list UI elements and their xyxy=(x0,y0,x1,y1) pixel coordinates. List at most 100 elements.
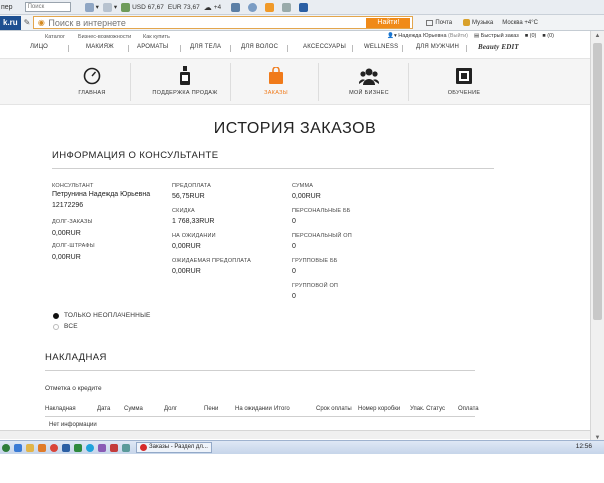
envelope-icon xyxy=(426,19,434,26)
app-icon[interactable] xyxy=(122,443,130,452)
invoice-section-title: НАКЛАДНАЯ xyxy=(45,352,107,363)
consultant-label: КОНСУЛЬТАНТ xyxy=(52,183,94,189)
discount-field: СКИДКА 1 768,33RUR xyxy=(172,208,214,226)
group-bb-field: ГРУППОВЫЕ ББ 0 xyxy=(292,258,338,276)
search-icon: ◉ xyxy=(37,17,45,27)
globe-icon[interactable] xyxy=(248,2,258,12)
ie-icon[interactable] xyxy=(14,443,22,452)
web-search-box[interactable]: ◉ Найти! xyxy=(33,16,414,29)
radio-unpaid[interactable] xyxy=(53,312,59,319)
mail-icon[interactable] xyxy=(299,2,309,12)
category-face[interactable]: ЛИЦО xyxy=(30,44,48,50)
scroll-up-icon[interactable]: ▲ xyxy=(591,31,604,41)
category-accessories[interactable]: АКСЕССУАРЫ xyxy=(303,44,346,50)
prepay-label: ПРЕДОПЛАТА xyxy=(172,183,211,189)
no-info-text: Нет информации xyxy=(49,422,97,428)
mail-link[interactable]: Почта xyxy=(426,19,452,26)
category-fragrance[interactable]: АРОМАТЫ xyxy=(137,44,168,50)
favorites-link[interactable]: ■ (0) xyxy=(542,33,554,39)
filter-all-option[interactable]: ВСЕ xyxy=(53,323,78,330)
taskbar-window-button[interactable]: Заказы - Раздел дл... xyxy=(136,442,212,453)
discount-label: СКИДКА xyxy=(172,208,195,214)
mail-toolbar-button[interactable]: ▾ xyxy=(102,2,117,12)
divider xyxy=(287,45,288,52)
word-icon[interactable] xyxy=(62,443,70,452)
group-bb-label: ГРУППОВЫЕ ББ xyxy=(292,258,338,264)
vertical-scrollbar[interactable]: ▲ ▼ xyxy=(590,31,604,443)
excel-icon[interactable] xyxy=(74,443,82,452)
quick-order-link[interactable]: ▤ Быстрый заказ xyxy=(474,33,519,39)
ok-icon[interactable] xyxy=(265,2,275,12)
nav-home[interactable]: ГЛАВНАЯ xyxy=(66,59,118,106)
chrome-icon[interactable] xyxy=(50,443,58,452)
blank-area xyxy=(0,455,604,483)
credit-note: Отметка о кредите xyxy=(45,385,102,392)
category-men[interactable]: ДЛЯ МУЖЧИН xyxy=(416,44,459,50)
consultant-id: 12172296 xyxy=(52,202,84,209)
category-body[interactable]: ДЛЯ ТЕЛА xyxy=(190,44,221,50)
nav-sales-support[interactable]: ПОДДЕРЖКА ПРОДАЖ xyxy=(146,59,224,106)
filter-unpaid-label: ТОЛЬКО НЕОПЛАЧЕННЫЕ xyxy=(64,312,151,319)
browser-toolbar-top: пер Поиск ▾ ▾ USD 67,67 EUR 73,67 ☁ +4 xyxy=(0,0,604,15)
user-link[interactable]: 👤▾ Надежда Юрьевна (Выйти) xyxy=(387,33,468,39)
category-wellness[interactable]: WELLNESS xyxy=(364,44,398,50)
vk-icon[interactable] xyxy=(231,2,241,12)
user-icon: 👤 xyxy=(387,33,394,39)
nav-orders[interactable]: ЗАКАЗЫ xyxy=(252,59,300,106)
expected-prepay-field: ОЖИДАЕМАЯ ПРЕДОПЛАТА 0,00RUR xyxy=(172,258,251,276)
category-makeup[interactable]: МАКИЯЖ xyxy=(86,44,114,50)
nav-home-label: ГЛАВНАЯ xyxy=(78,90,106,96)
sum-label: СУММА xyxy=(292,183,314,189)
start-icon[interactable] xyxy=(2,443,10,452)
category-hair[interactable]: ДЛЯ ВОЛОС xyxy=(241,44,278,50)
col-debt: Долг xyxy=(164,406,178,412)
how-to-buy-link[interactable]: Как купить xyxy=(143,34,170,40)
business-link[interactable]: Бизнес-возможности xyxy=(78,34,131,40)
tools-button[interactable]: ▾ xyxy=(84,2,99,12)
brand-link[interactable]: Beauty EDIT xyxy=(478,43,519,51)
catalog-link[interactable]: Каталог xyxy=(45,34,65,40)
shopping-bag-icon xyxy=(266,66,286,86)
col-due: Срок оплаты xyxy=(316,406,352,412)
nav-my-business[interactable]: МОЙ БИЗНЕС xyxy=(338,59,400,106)
edit-icon[interactable]: ✎ xyxy=(24,18,31,27)
horizontal-scrollbar[interactable] xyxy=(0,430,590,439)
personal-bb-label: ПЕРСОНАЛЬНЫЕ ББ xyxy=(292,208,351,214)
folder-icon[interactable] xyxy=(26,443,34,452)
media-icon[interactable] xyxy=(38,443,46,452)
pending-label: НА ОЖИДАНИИ xyxy=(172,233,216,239)
skype-icon[interactable] xyxy=(86,443,94,452)
sum-value: 0,00RUR xyxy=(292,193,321,200)
photo-icon[interactable] xyxy=(282,2,292,12)
weather-small: ☁ +4 xyxy=(203,2,222,12)
filter-all-label: ВСЕ xyxy=(64,323,78,330)
nav-training[interactable]: ОБУЧЕНИЕ xyxy=(440,59,488,106)
divider xyxy=(466,45,467,52)
group-op-value: 0 xyxy=(292,293,296,300)
taskbar: Заказы - Раздел дл... 12:56 xyxy=(0,440,604,454)
consultant-section-title: ИНФОРМАЦИЯ О КОНСУЛЬТАНТЕ xyxy=(52,150,219,161)
mini-search-input[interactable]: Поиск xyxy=(24,2,71,12)
find-button[interactable]: Найти! xyxy=(366,18,411,28)
cloud-icon: ☁ xyxy=(203,2,212,12)
music-link[interactable]: Музыка xyxy=(463,19,493,26)
app-icon[interactable] xyxy=(98,443,106,452)
weather-widget[interactable]: Москва +4°C xyxy=(502,20,538,26)
radio-all[interactable] xyxy=(53,323,59,330)
personal-op-label: ПЕРСОНАЛЬНЫЙ ОП xyxy=(292,233,352,239)
pending-field: НА ОЖИДАНИИ 0,00RUR xyxy=(172,233,216,251)
nav-orders-label: ЗАКАЗЫ xyxy=(264,90,288,96)
filter-unpaid-option[interactable]: ТОЛЬКО НЕОПЛАЧЕННЫЕ xyxy=(53,312,151,319)
tab-fragment[interactable]: пер xyxy=(1,4,13,11)
scroll-thumb[interactable] xyxy=(593,43,602,320)
web-search-input[interactable] xyxy=(46,17,413,28)
divider xyxy=(408,63,409,101)
app-icon[interactable] xyxy=(110,443,118,452)
site-tag[interactable]: k.ru xyxy=(0,15,21,30)
page-title: ИСТОРИЯ ЗАКАЗОВ xyxy=(213,120,377,137)
cart-icon: ■ xyxy=(524,33,529,39)
debt-orders-value: 0,00RUR xyxy=(52,230,81,237)
cart-link[interactable]: ■ (0) xyxy=(525,33,537,39)
divider xyxy=(230,45,231,52)
main-nav: ГЛАВНАЯ ПОДДЕРЖКА ПРОДАЖ ЗАКАЗЫ МОЙ БИЗН… xyxy=(0,58,590,105)
